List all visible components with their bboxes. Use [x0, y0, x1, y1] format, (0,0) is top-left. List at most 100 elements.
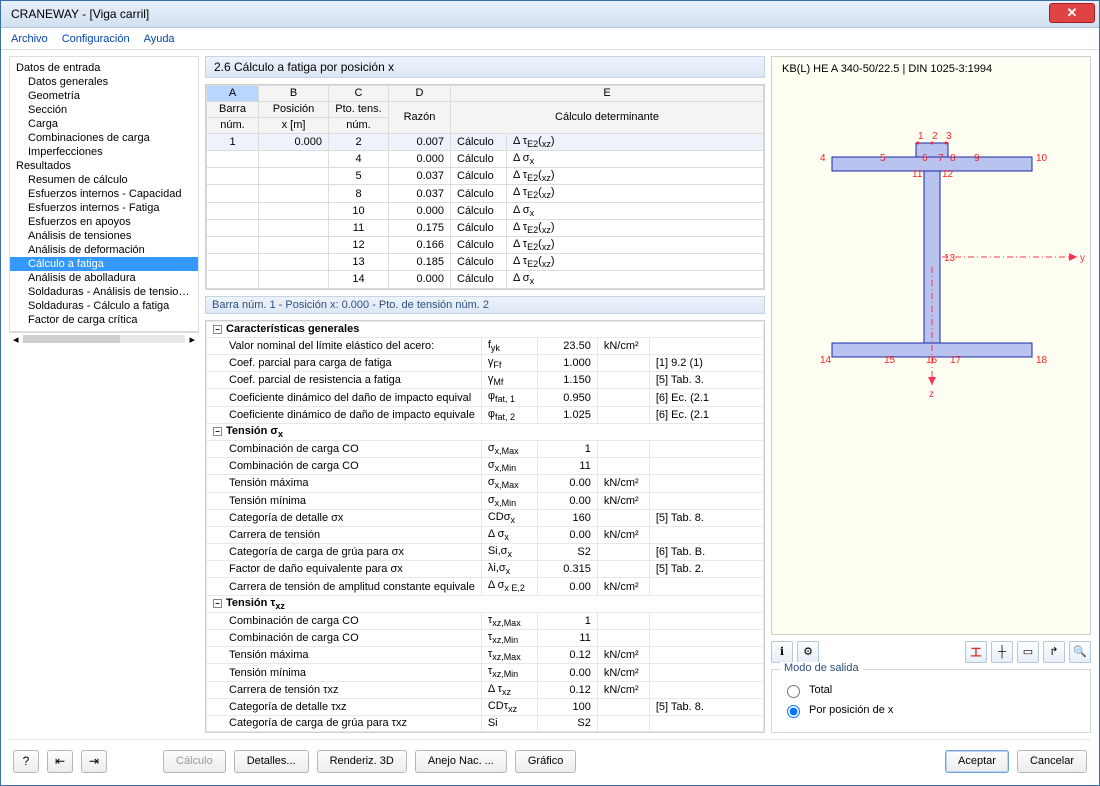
detail-row[interactable]: Carrera de tensión de amplitud constante…	[207, 578, 764, 595]
view-axes-icon[interactable]: ┼	[991, 641, 1013, 663]
settings-icon[interactable]: ⚙	[797, 641, 819, 663]
detail-row[interactable]: Combinación de carga COτxz,Max1	[207, 612, 764, 629]
info-icon[interactable]: ℹ	[771, 641, 793, 663]
svg-text:6: 6	[922, 153, 928, 164]
detail-row[interactable]: Tensión mínimaσx,Min0.00kN/cm²	[207, 492, 764, 509]
detail-row[interactable]: Combinación de carga COσx,Min11	[207, 458, 764, 475]
detail-row[interactable]: Combinación de carga COσx,Max1	[207, 440, 764, 457]
section-preview[interactable]: KB(L) HE A 340-50/22.5 | DIN 1025-3:1994…	[771, 56, 1091, 635]
svg-text:16: 16	[926, 355, 938, 366]
detail-row[interactable]: Valor nominal del límite elástico del ac…	[207, 337, 764, 354]
radio-total[interactable]	[787, 685, 800, 698]
nav-item[interactable]: Soldaduras - Análisis de tensiones	[10, 285, 198, 299]
svg-text:13: 13	[944, 253, 956, 264]
svg-text:3: 3	[946, 131, 952, 142]
menu-ayuda[interactable]: Ayuda	[144, 33, 175, 45]
nav-item[interactable]: Esfuerzos internos - Fatiga	[10, 201, 198, 215]
col-D[interactable]: D	[389, 85, 451, 101]
svg-text:7: 7	[938, 153, 944, 164]
detail-row[interactable]: Carrera de tensiónΔ σx0.00kN/cm²	[207, 526, 764, 543]
detail-row[interactable]: Tensión máximaσx,Max0.00kN/cm²	[207, 475, 764, 492]
detail-row[interactable]: Tensión mínimaτxz,Min0.00kN/cm²	[207, 664, 764, 681]
render3d-button[interactable]: Renderiz. 3D	[317, 750, 407, 773]
nav-item[interactable]: Geometría	[10, 89, 198, 103]
export-icon[interactable]: ⇥	[81, 750, 107, 773]
svg-text:y: y	[1080, 253, 1085, 264]
detail-row[interactable]: Carrera de tensión τxzΔ τxz0.12kN/cm²	[207, 681, 764, 698]
detail-row[interactable]: Categoría de detalle τxzCDτxz100[5] Tab.…	[207, 698, 764, 715]
anejo-button[interactable]: Anejo Nac. ...	[415, 750, 507, 773]
svg-text:12: 12	[942, 169, 954, 180]
nav-item[interactable]: Esfuerzos en apoyos	[10, 215, 198, 229]
table-row[interactable]: 100.000CálculoΔ σx	[207, 202, 764, 219]
nav-item[interactable]: Datos generales	[10, 75, 198, 89]
svg-text:11: 11	[912, 169, 923, 180]
table-row[interactable]: 130.185CálculoΔ τE2(xz)	[207, 254, 764, 271]
view-dim-icon[interactable]: ▭	[1017, 641, 1039, 663]
table-row[interactable]: 40.000CálculoΔ σx	[207, 151, 764, 168]
view-points-icon[interactable]: ↱	[1043, 641, 1065, 663]
table-row[interactable]: 140.000CálculoΔ σx	[207, 271, 764, 288]
radio-por-posicion[interactable]	[787, 705, 800, 718]
detail-row[interactable]: Categoría de detalle σxCDσx160[5] Tab. 8…	[207, 509, 764, 526]
view-section-icon[interactable]: 工	[965, 641, 987, 663]
detail-row[interactable]: Combinación de carga COτxz,Min11	[207, 630, 764, 647]
table-row[interactable]: 80.037CálculoΔ τE2(xz)	[207, 185, 764, 202]
nav-item[interactable]: Esfuerzos internos - Capacidad	[10, 187, 198, 201]
col-E[interactable]: E	[451, 85, 764, 101]
nav-group[interactable]: Resultados	[10, 159, 198, 173]
nav-item[interactable]: Análisis de tensiones	[10, 229, 198, 243]
accept-button[interactable]: Aceptar	[945, 750, 1009, 773]
details-button[interactable]: Detalles...	[234, 750, 309, 773]
radio-por-posicion-label: Por posición de x	[809, 704, 893, 716]
help-icon[interactable]: ?	[13, 750, 39, 773]
nav-item[interactable]: Carga	[10, 117, 198, 131]
nav-item[interactable]: Cálculo a fatiga	[10, 257, 198, 271]
calc-button[interactable]: Cálculo	[163, 750, 226, 773]
table-row[interactable]: 50.037CálculoΔ τE2(xz)	[207, 168, 764, 185]
svg-text:9: 9	[974, 153, 980, 164]
nav-item[interactable]: Análisis de abolladura	[10, 271, 198, 285]
detail-row[interactable]: Factor de daño equivalente para σxλi,σx0…	[207, 561, 764, 578]
nav-item[interactable]: Resumen de cálculo	[10, 173, 198, 187]
menu-configuracion[interactable]: Configuración	[62, 33, 130, 45]
detail-row[interactable]: Coef. parcial para carga de fatigaγFf1.0…	[207, 355, 764, 372]
window-title: CRANEWAY - [Viga carril]	[11, 7, 149, 21]
nav-group[interactable]: Datos de entrada	[10, 61, 198, 75]
detail-row[interactable]: Coeficiente dinámico del daño de impacto…	[207, 389, 764, 406]
table-row[interactable]: 10.00020.007CálculoΔ τE2(xz)	[207, 133, 764, 150]
detail-grid[interactable]: −Características generalesValor nominal …	[205, 320, 765, 733]
table-row[interactable]: 180.000CálculoΔ σx	[207, 288, 764, 290]
panel-title: 2.6 Cálculo a fatiga por posición x	[205, 56, 765, 78]
detail-row[interactable]: Coef. parcial de resistencia a fatigaγMf…	[207, 372, 764, 389]
grafico-button[interactable]: Gráfico	[515, 750, 576, 773]
close-button[interactable]: ✕	[1049, 3, 1095, 23]
nav-scrollbar[interactable]: ◂▸	[9, 332, 199, 346]
table-row[interactable]: 110.175CálculoΔ τE2(xz)	[207, 219, 764, 236]
zoom-icon[interactable]: 🔍	[1069, 641, 1091, 663]
nav-item[interactable]: Sección	[10, 103, 198, 117]
nav-item[interactable]: Análisis de deformación	[10, 243, 198, 257]
svg-text:10: 10	[1036, 153, 1048, 164]
svg-text:8: 8	[950, 153, 956, 164]
col-A[interactable]: A	[207, 85, 259, 101]
detail-row[interactable]: Categoría de carga de grúa para σxSi,σxS…	[207, 544, 764, 561]
col-B[interactable]: B	[259, 85, 329, 101]
table-row[interactable]: 120.166CálculoΔ τE2(xz)	[207, 236, 764, 253]
nav-item[interactable]: Imperfecciones	[10, 145, 198, 159]
detail-row[interactable]: Tensión máximaτxz,Max0.12kN/cm²	[207, 647, 764, 664]
import-icon[interactable]: ⇤	[47, 750, 73, 773]
navigator-tree[interactable]: Datos de entradaDatos generalesGeometría…	[9, 56, 199, 332]
detail-row[interactable]: Coeficiente dinámico de daño de impacto …	[207, 406, 764, 423]
svg-text:z: z	[929, 389, 934, 400]
nav-item[interactable]: Factor de carga crítica	[10, 313, 198, 327]
results-grid[interactable]: A B C D E Barra Posición Pto. tens. Razó…	[205, 84, 765, 290]
section-label: KB(L) HE A 340-50/22.5 | DIN 1025-3:1994	[782, 63, 992, 75]
col-C[interactable]: C	[329, 85, 389, 101]
detail-row[interactable]: Categoría de carga de grúa para τxzSiS2	[207, 715, 764, 731]
nav-item[interactable]: Combinaciones de carga	[10, 131, 198, 145]
menu-archivo[interactable]: Archivo	[11, 33, 48, 45]
cancel-button[interactable]: Cancelar	[1017, 750, 1087, 773]
svg-text:2: 2	[932, 131, 938, 142]
nav-item[interactable]: Soldaduras - Cálculo a fatiga	[10, 299, 198, 313]
